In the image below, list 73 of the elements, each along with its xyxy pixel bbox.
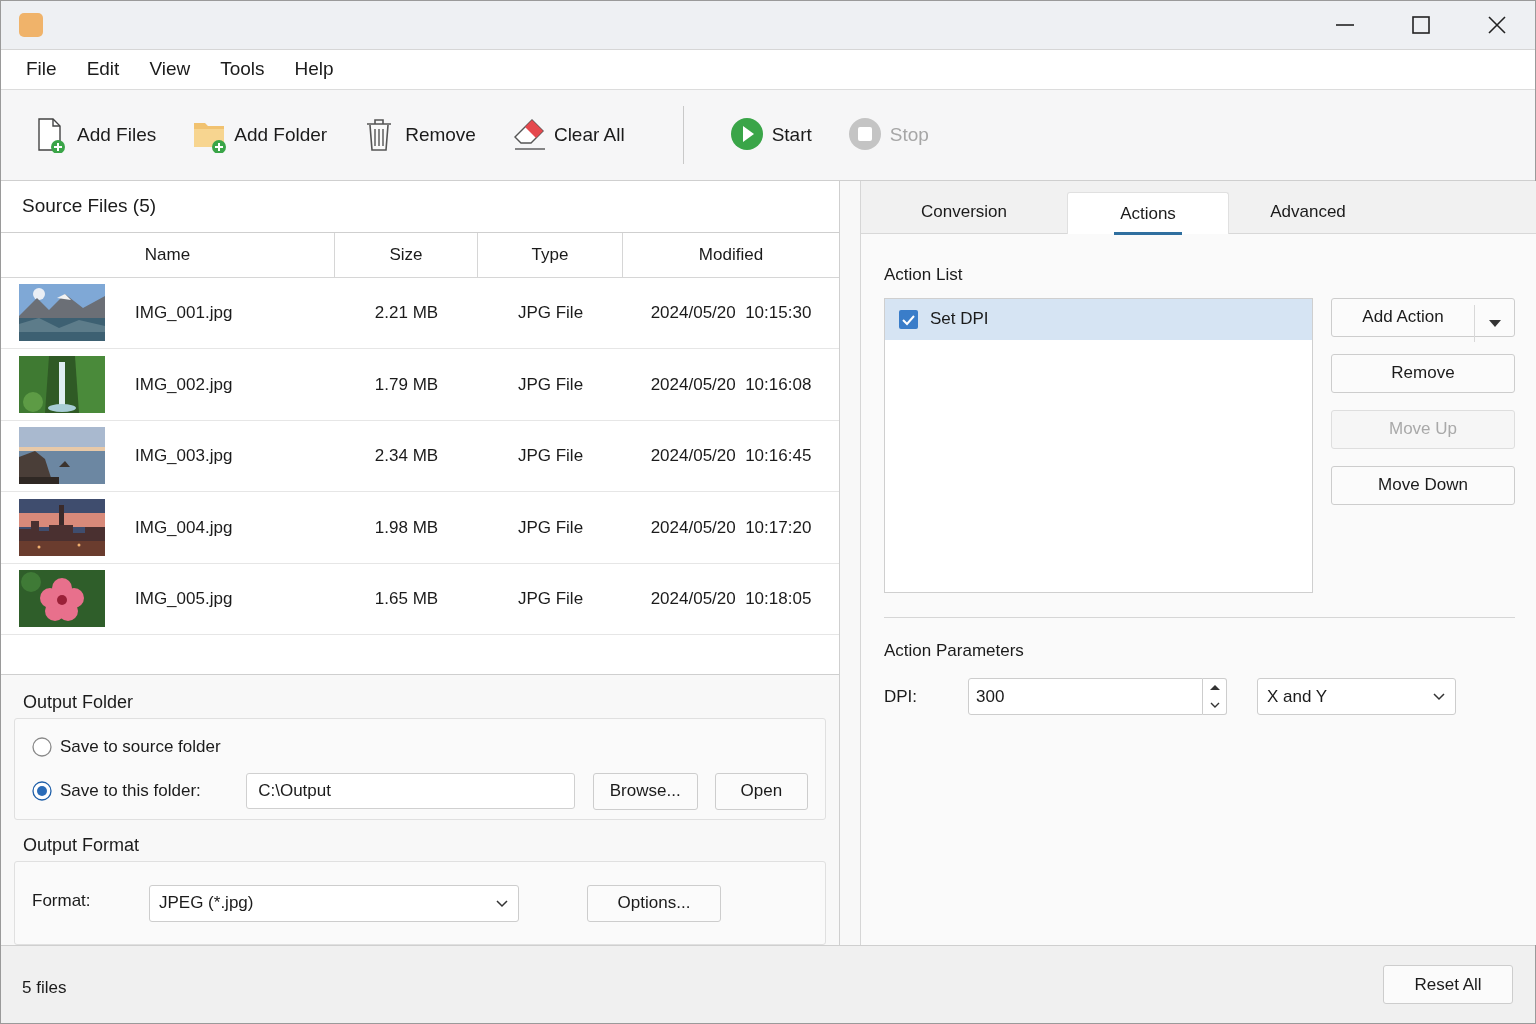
toolbar-button[interactable]: Start [717, 105, 824, 165]
chevron-down-icon [1209, 702, 1220, 709]
file-name: IMG_004.jpg [135, 516, 233, 539]
reset-all-button[interactable]: Reset All [1383, 965, 1513, 1004]
group-title: Output Format [22, 834, 140, 857]
action-label: Set DPI [930, 308, 989, 331]
radio-button[interactable] [32, 781, 52, 801]
action-button[interactable]: Remove [1331, 353, 1515, 393]
checkbox[interactable] [899, 309, 918, 329]
file-date: 2024/05/20 10:17:20 [650, 516, 812, 539]
open-button[interactable]: Open [714, 772, 808, 810]
path-field[interactable]: C:\Output [246, 773, 575, 809]
options-button[interactable]: Options... [587, 884, 721, 922]
chevron-down-icon [1432, 691, 1446, 702]
file-date: 2024/05/20 10:18:05 [650, 588, 812, 611]
file-size: 2.21 MB [374, 302, 439, 325]
column-header[interactable]: Type [478, 232, 623, 277]
menu-item[interactable]: Tools [207, 53, 278, 86]
toolbar-button[interactable]: Add Folder [180, 105, 340, 165]
tab[interactable]: Advanced [1229, 191, 1387, 233]
file-date: 2024/05/20 10:16:08 [650, 373, 812, 396]
file-name: IMG_002.jpg [135, 373, 233, 396]
section-title: Action Parameters [884, 639, 1024, 662]
field-label: Format: [32, 890, 92, 913]
action-item[interactable]: Set DPI [885, 298, 1312, 340]
menu-item[interactable]: File [13, 53, 70, 86]
column-header[interactable]: Size [335, 232, 478, 277]
group-title: Output Folder [22, 691, 134, 714]
column-header[interactable]: Modified [623, 232, 839, 277]
file-type: JPG File [517, 445, 584, 468]
tab[interactable]: Conversion [861, 191, 1067, 233]
up-arrow-icon [1209, 685, 1220, 691]
browse-button[interactable]: Browse... [592, 772, 698, 810]
axis-dropdown[interactable]: X and Y [1257, 678, 1456, 715]
file-name: IMG_005.jpg [135, 588, 233, 611]
dpi-field[interactable]: 300 [968, 678, 1203, 715]
radio-button[interactable] [32, 737, 52, 757]
file-date: 2024/05/20 10:16:45 [650, 445, 812, 468]
menu-item[interactable]: Help [281, 53, 347, 86]
radio-option[interactable]: Save to source folder [32, 734, 248, 760]
toolbar-button[interactable]: Add Files [23, 105, 169, 165]
file-date: 2024/05/20 10:15:30 [650, 302, 812, 325]
minimize-icon [1336, 24, 1354, 26]
tab[interactable]: Actions [1067, 192, 1229, 234]
file-size: 2.34 MB [374, 445, 439, 468]
status-text: 5 files [22, 976, 67, 999]
file-size: 1.65 MB [374, 588, 439, 611]
column-header[interactable]: Name [1, 232, 335, 277]
file-type: JPG File [517, 516, 584, 539]
caret-icon [1488, 319, 1501, 327]
section-title: Action List [884, 264, 963, 286]
chevron-down-icon [495, 897, 509, 909]
radio-option[interactable]: Save to this folder: [32, 778, 247, 804]
file-name: IMG_003.jpg [135, 445, 233, 468]
file-size: 1.98 MB [374, 516, 439, 539]
maximize-icon [1412, 16, 1430, 34]
file-type: JPG File [517, 302, 584, 325]
toolbar-button[interactable]: Clear All [499, 105, 637, 165]
stop-icon [847, 117, 882, 153]
file-size: 1.79 MB [374, 373, 439, 396]
file-name: IMG_001.jpg [135, 302, 233, 325]
play-icon [729, 117, 764, 153]
menu-item[interactable]: Edit [73, 53, 133, 86]
action-button[interactable]: Move Down [1331, 465, 1515, 505]
app-icon [18, 12, 44, 38]
menu-item[interactable]: View [136, 53, 204, 86]
format-dropdown[interactable]: JPEG (*.jpg) [149, 884, 519, 922]
toolbar-button[interactable]: Remove [351, 105, 488, 165]
panel-title: Source Files (5) [22, 194, 157, 219]
field-label: DPI: [884, 685, 919, 708]
file-type: JPG File [517, 373, 584, 396]
close-icon [1488, 16, 1506, 34]
file-type: JPG File [517, 588, 584, 611]
